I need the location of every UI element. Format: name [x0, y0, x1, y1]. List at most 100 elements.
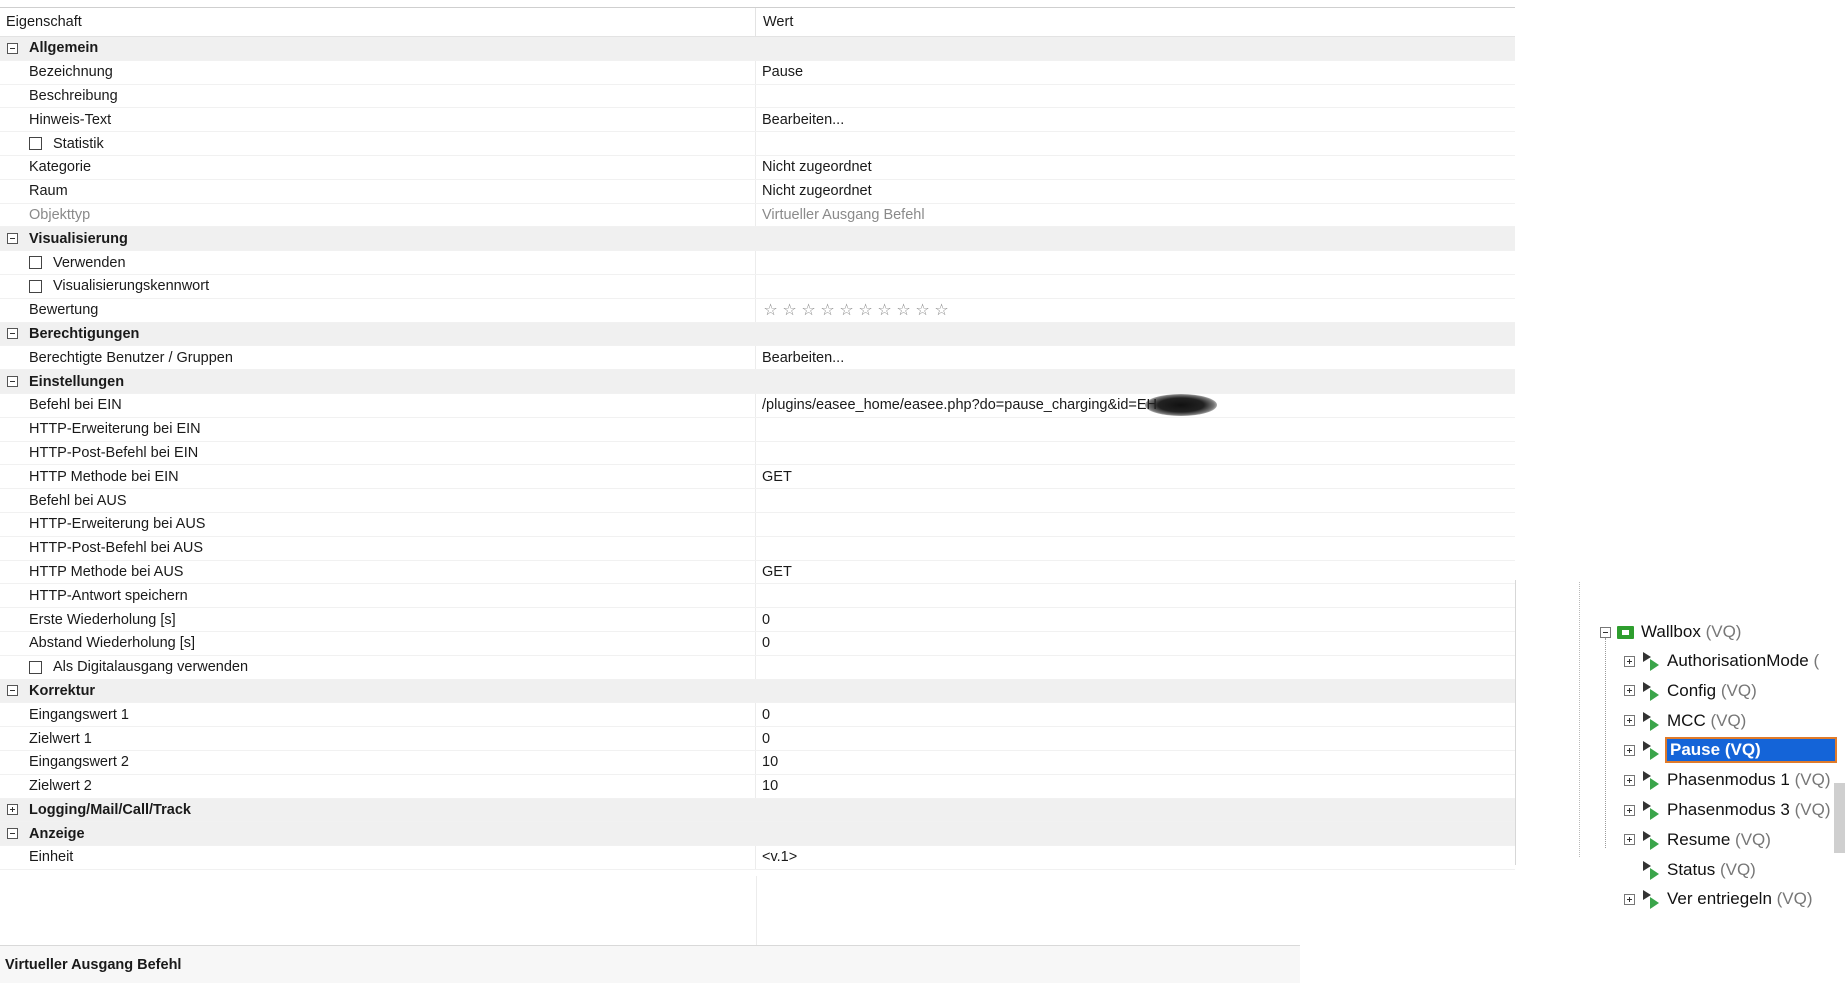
checkbox-icon[interactable] — [29, 279, 42, 293]
tree-expander-icon[interactable] — [1624, 893, 1635, 905]
property-cell[interactable]: Anzeige — [0, 822, 756, 845]
property-value[interactable]: 0 — [756, 731, 1515, 747]
tree-expander-icon[interactable] — [1624, 744, 1635, 756]
grid-row[interactable]: Kategorie Nicht zugeordnet — [0, 155, 1515, 180]
star-icon[interactable]: ☆ — [857, 300, 874, 320]
tree-item[interactable]: Status (VQ) — [1624, 858, 1756, 882]
property-cell[interactable]: Befehl bei EIN — [0, 393, 756, 417]
property-cell[interactable]: Befehl bei AUS — [0, 489, 756, 512]
grid-row[interactable]: Verwenden — [0, 251, 1515, 275]
star-icon[interactable]: ☆ — [762, 300, 779, 320]
checkbox-icon[interactable] — [29, 660, 42, 674]
grid-row[interactable]: Bewertung ☆ ☆ ☆ ☆ ☆ ☆ ☆ ☆ ☆ ☆ — [0, 298, 1515, 323]
property-value[interactable]: 0 — [756, 707, 1515, 723]
grid-row[interactable]: Statistik — [0, 132, 1515, 156]
property-value[interactable]: 0 — [756, 612, 1515, 628]
property-cell[interactable]: Verwenden — [0, 251, 756, 274]
tree-item[interactable]: Ver entriegeln (VQ) — [1624, 887, 1813, 911]
tree-item-label[interactable]: Config (VQ) — [1667, 681, 1757, 701]
property-value[interactable]: Bearbeiten... — [756, 112, 1515, 128]
grid-row[interactable]: Raum Nicht zugeordnet — [0, 179, 1515, 204]
property-value[interactable]: /plugins/easee_home/easee.php?do=pause_c… — [756, 394, 1515, 417]
tree-item-label[interactable]: Phasenmodus 3 (VQ) — [1667, 800, 1831, 820]
grid-row[interactable]: Zielwert 1 0 — [0, 727, 1515, 751]
property-cell[interactable]: Erste Wiederholung [s] — [0, 608, 756, 631]
tree-item-label[interactable]: MCC (VQ) — [1667, 711, 1746, 731]
group-row[interactable]: Logging/Mail/Call/Track — [0, 798, 1515, 823]
column-header-value[interactable]: Wert — [756, 14, 793, 30]
property-value[interactable]: 10 — [756, 778, 1515, 794]
group-row[interactable]: Berechtigungen — [0, 322, 1515, 347]
property-value[interactable]: GET — [756, 469, 1515, 485]
property-cell[interactable]: Hinweis-Text — [0, 108, 756, 132]
checkbox-icon[interactable] — [29, 137, 42, 151]
grid-row[interactable]: HTTP Methode bei AUS GET — [0, 560, 1515, 585]
tree-expander-icon[interactable] — [7, 685, 18, 697]
grid-row[interactable]: Zielwert 2 10 — [0, 774, 1515, 799]
property-value[interactable]: Nicht zugeordnet — [756, 183, 1515, 199]
property-value[interactable]: Nicht zugeordnet — [756, 159, 1515, 175]
star-icon[interactable]: ☆ — [895, 300, 912, 320]
tree-item[interactable]: MCC (VQ) — [1624, 709, 1746, 733]
property-cell[interactable]: Berechtigungen — [0, 323, 756, 346]
property-value[interactable]: Pause — [756, 64, 1515, 80]
property-cell[interactable]: Einheit — [0, 846, 756, 869]
star-icon[interactable]: ☆ — [933, 300, 950, 320]
grid-row[interactable]: Objekttyp Virtueller Ausgang Befehl — [0, 203, 1515, 228]
tree-expander-icon[interactable] — [7, 233, 18, 245]
grid-row[interactable]: Hinweis-Text Bearbeiten... — [0, 108, 1515, 133]
grid-row[interactable]: Als Digitalausgang verwenden — [0, 655, 1515, 680]
property-cell[interactable]: Statistik — [0, 132, 756, 155]
property-cell[interactable]: Bezeichnung — [0, 60, 756, 84]
property-cell[interactable]: Zielwert 1 — [0, 727, 756, 750]
tree-item-label[interactable]: Ver entriegeln (VQ) — [1667, 889, 1813, 909]
grid-row[interactable]: Eingangswert 1 0 — [0, 703, 1515, 728]
tree-item[interactable]: AuthorisationMode ( — [1624, 649, 1819, 673]
tree-expander-icon[interactable] — [7, 376, 18, 388]
tree-expander-icon[interactable] — [7, 42, 18, 54]
property-cell[interactable]: HTTP-Erweiterung bei EIN — [0, 417, 756, 441]
property-cell[interactable]: HTTP Methode bei EIN — [0, 465, 756, 489]
property-cell[interactable]: Logging/Mail/Call/Track — [0, 799, 756, 822]
grid-row[interactable]: HTTP-Erweiterung bei EIN — [0, 417, 1515, 442]
grid-row[interactable]: Abstand Wiederholung [s] 0 — [0, 631, 1515, 656]
grid-row[interactable]: Eingangswert 2 10 — [0, 750, 1515, 775]
tree-expander-icon[interactable] — [1600, 626, 1611, 638]
property-value[interactable]: 10 — [756, 754, 1515, 770]
tree-scrollbar[interactable] — [1834, 783, 1845, 853]
property-cell[interactable]: Kategorie — [0, 155, 756, 179]
property-value[interactable]: ☆ ☆ ☆ ☆ ☆ ☆ ☆ ☆ ☆ ☆ — [756, 300, 1515, 320]
star-icon[interactable]: ☆ — [914, 300, 931, 320]
property-cell[interactable]: Bewertung — [0, 298, 756, 322]
tree-item[interactable]: Phasenmodus 1 (VQ) — [1624, 768, 1831, 792]
property-cell[interactable]: Zielwert 2 — [0, 774, 756, 798]
grid-row[interactable]: Berechtigte Benutzer / Gruppen Bearbeiten… — [0, 346, 1515, 371]
property-cell[interactable]: Visualisierung — [0, 227, 756, 250]
tree-item-label[interactable]: Status (VQ) — [1667, 860, 1756, 880]
property-value[interactable]: <v.1> — [756, 849, 1515, 865]
grid-row[interactable]: Visualisierungskennwort — [0, 274, 1515, 299]
star-icon[interactable]: ☆ — [838, 300, 855, 320]
property-cell[interactable]: Eingangswert 2 — [0, 750, 756, 774]
grid-row[interactable]: HTTP-Post-Befehl bei EIN — [0, 441, 1515, 466]
property-value[interactable]: Virtueller Ausgang Befehl — [756, 207, 1515, 223]
star-icon[interactable]: ☆ — [819, 300, 836, 320]
grid-row[interactable]: Beschreibung — [0, 84, 1515, 109]
property-cell[interactable]: Abstand Wiederholung [s] — [0, 631, 756, 655]
grid-row[interactable]: Befehl bei AUS — [0, 489, 1515, 513]
tree-item-wallbox[interactable]: Wallbox (VQ) — [1600, 620, 1741, 644]
tree-item-label[interactable]: Resume (VQ) — [1667, 830, 1771, 850]
property-cell[interactable]: Berechtigte Benutzer / Gruppen — [0, 346, 756, 370]
tree-expander-icon[interactable] — [1624, 655, 1635, 667]
group-row[interactable]: Korrektur — [0, 679, 1515, 704]
group-row[interactable]: Einstellungen — [0, 370, 1515, 394]
tree-item-label[interactable]: Pause (VQ) — [1665, 737, 1837, 764]
grid-row[interactable]: HTTP-Antwort speichern — [0, 584, 1515, 609]
tree-expander-icon[interactable] — [1624, 804, 1635, 816]
tree-expander-icon[interactable] — [7, 328, 18, 340]
grid-row[interactable]: Bezeichnung Pause — [0, 60, 1515, 85]
tree-expander-icon[interactable] — [1624, 685, 1635, 697]
tree-expander-icon[interactable] — [7, 828, 18, 840]
grid-row[interactable]: HTTP Methode bei EIN GET — [0, 465, 1515, 490]
property-cell[interactable]: Visualisierungskennwort — [0, 274, 756, 298]
